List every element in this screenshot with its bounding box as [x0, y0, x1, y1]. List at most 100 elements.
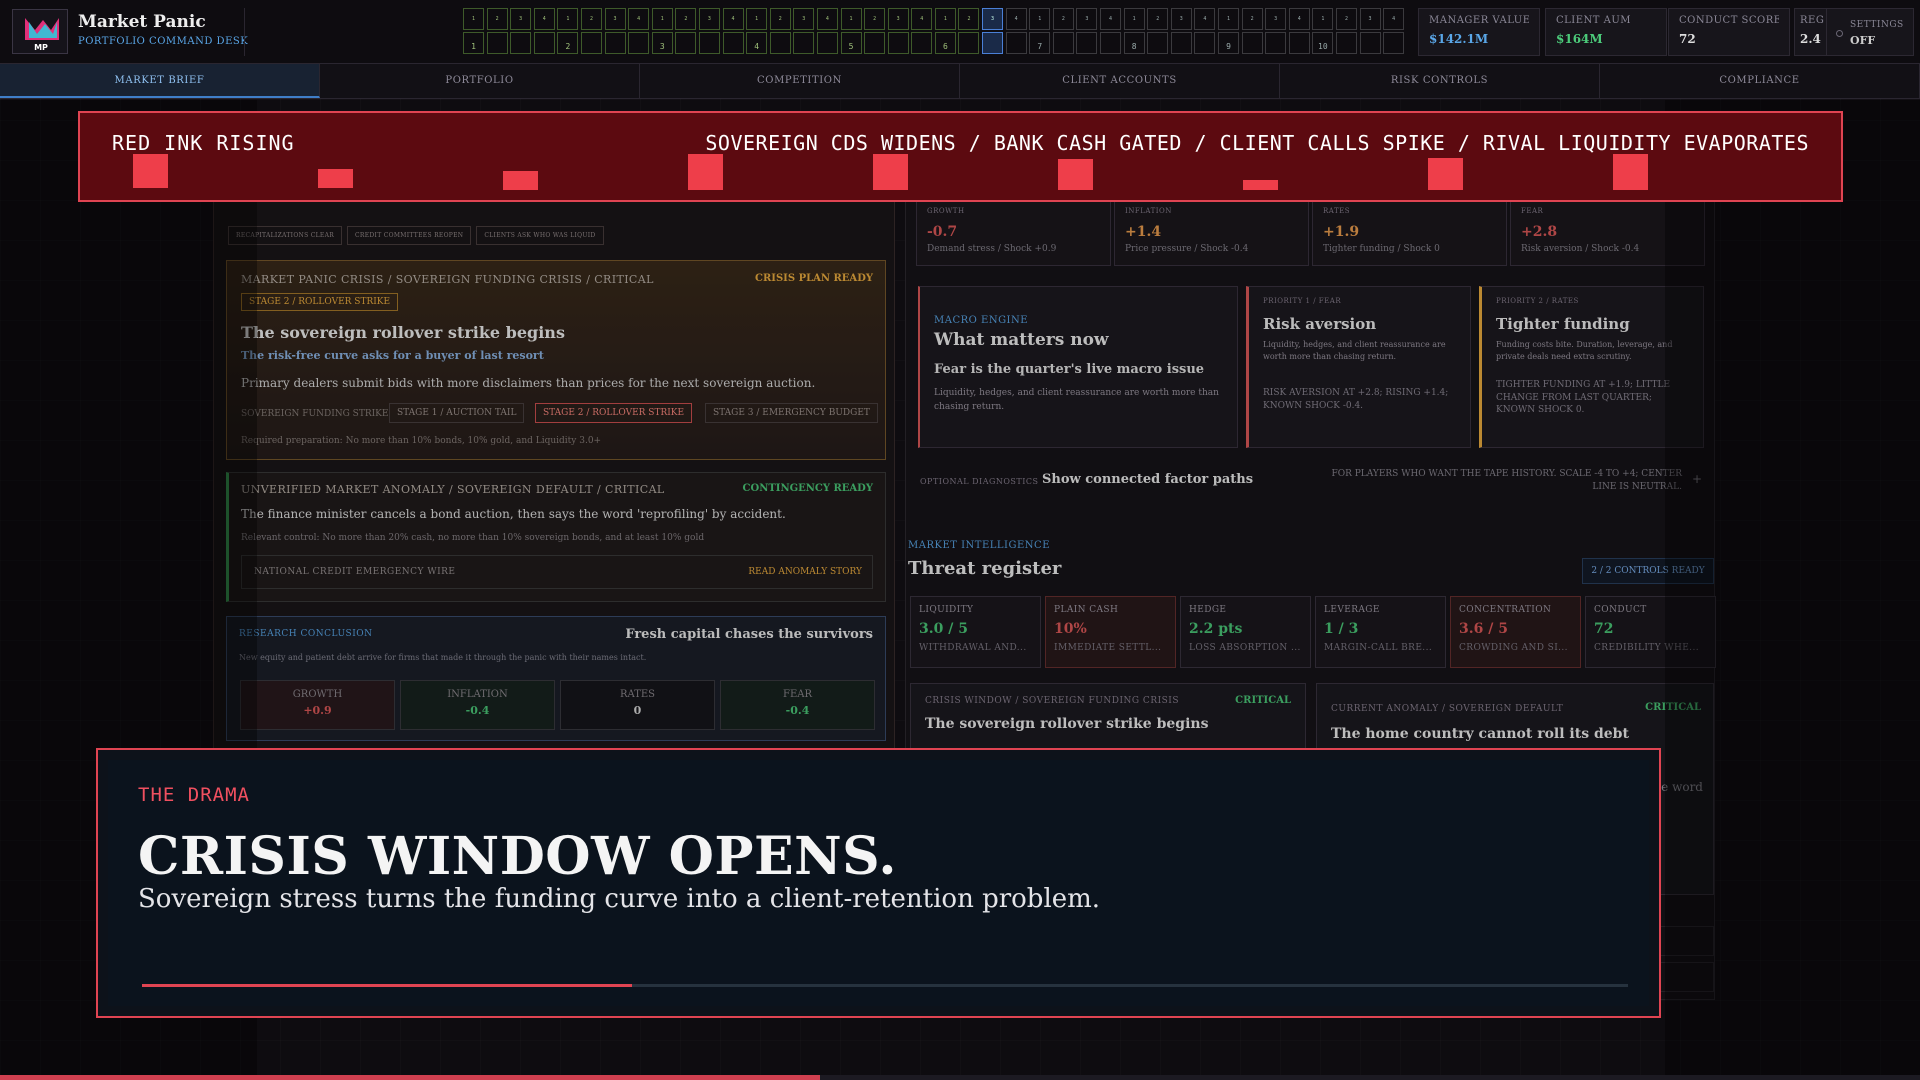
- year-label: [1359, 32, 1381, 54]
- timeline-quarter[interactable]: 2: [1052, 8, 1074, 56]
- tab-competition[interactable]: COMPETITION: [640, 64, 960, 98]
- read-story-link[interactable]: READ ANOMALY STORY: [748, 567, 862, 577]
- timeline-quarter[interactable]: 2: [486, 8, 508, 56]
- timeline-quarter[interactable]: 3: [1170, 8, 1192, 56]
- drama-progress-track: [142, 984, 1628, 987]
- timeline-quarter[interactable]: 2: [769, 8, 791, 56]
- year-label: [486, 32, 508, 54]
- year-label: 7: [1029, 32, 1051, 54]
- year-label: [580, 32, 602, 54]
- macro-title: What matters now: [934, 330, 1109, 350]
- side-dim-right: [1665, 100, 1920, 1080]
- app-subtitle: PORTFOLIO COMMAND DESK: [78, 36, 249, 47]
- page-progress-fill: [0, 1075, 820, 1080]
- timeline-quarter[interactable]: 3: [793, 8, 815, 56]
- tab-risk-controls[interactable]: RISK CONTROLS: [1280, 64, 1600, 98]
- timeline-quarter[interactable]: 3: [1265, 8, 1287, 56]
- timeline-quarter[interactable]: 4: [722, 8, 744, 56]
- priority-title: Tighter funding: [1496, 315, 1630, 333]
- timeline-quarter[interactable]: 3: [510, 8, 532, 56]
- shock-value: +1.9: [1323, 224, 1360, 240]
- anomaly-card[interactable]: UNVERIFIED MARKET ANOMALY / SOVEREIGN DE…: [226, 472, 886, 602]
- timeline-quarter[interactable]: 2: [675, 8, 697, 56]
- priority-body: Funding costs bite. Duration, leverage, …: [1496, 340, 1673, 361]
- timeline-quarter[interactable]: 3: [698, 8, 720, 56]
- timeline-quarter[interactable]: 2: [1147, 8, 1169, 56]
- macro-label: MACRO ENGINE: [934, 315, 1029, 326]
- timeline-quarter[interactable]: 15: [840, 8, 862, 56]
- quarter-number: 2: [1052, 8, 1074, 30]
- threat-value: 1 / 3: [1324, 621, 1359, 637]
- threat-leverage[interactable]: LEVERAGE 1 / 3 MARGIN-CALL BRE...: [1315, 596, 1446, 668]
- timeline-quarter[interactable]: 13: [651, 8, 673, 56]
- quarter-timeline[interactable]: 1123412234132341423415234162341723418234…: [463, 8, 1407, 56]
- timeline-quarter[interactable]: 2: [958, 8, 980, 56]
- timeline-quarter[interactable]: 3: [982, 8, 1004, 56]
- stage-2[interactable]: STAGE 2 / ROLLOVER STRIKE: [535, 403, 693, 423]
- timeline-quarter[interactable]: 3: [604, 8, 626, 56]
- timeline-quarter[interactable]: 2: [864, 8, 886, 56]
- factor-inflation: INFLATION -0.4: [400, 680, 555, 730]
- timeline-quarter[interactable]: 14: [746, 8, 768, 56]
- tab-client-accounts[interactable]: CLIENT ACCOUNTS: [960, 64, 1280, 98]
- threat-register-title: Threat register: [908, 558, 1062, 579]
- timeline-quarter[interactable]: 3: [1076, 8, 1098, 56]
- timeline-quarter[interactable]: 4: [1383, 8, 1405, 56]
- timeline-quarter[interactable]: 4: [533, 8, 555, 56]
- timeline-quarter[interactable]: 4: [1005, 8, 1027, 56]
- quarter-number: 2: [675, 8, 697, 30]
- anomaly-status: CONTINGENCY READY: [742, 483, 873, 494]
- priority-label: PRIORITY 1 / FEAR: [1263, 297, 1342, 305]
- crisis-card[interactable]: MARKET PANIC CRISIS / SOVEREIGN FUNDING …: [226, 260, 886, 460]
- year-label: [793, 32, 815, 54]
- quarter-number: 3: [982, 8, 1004, 30]
- diagnostics-row[interactable]: OPTIONAL DIAGNOSTICS Show connected fact…: [918, 460, 1708, 504]
- timeline-quarter[interactable]: 19: [1218, 8, 1239, 56]
- quarter-number: 3: [887, 8, 909, 30]
- timeline-quarter[interactable]: 1 10: [1312, 8, 1334, 56]
- tab-compliance[interactable]: COMPLIANCE: [1600, 64, 1920, 98]
- timeline-quarter[interactable]: 2: [580, 8, 602, 56]
- stage-1[interactable]: STAGE 1 / AUCTION TAIL: [389, 403, 525, 423]
- timeline-quarter[interactable]: 2: [1335, 8, 1357, 56]
- year-label: 10: [1312, 32, 1334, 54]
- shock-desc: Demand stress / Shock +0.9: [927, 244, 1057, 254]
- year-label: [1170, 32, 1192, 54]
- priority-body: Liquidity, hedges, and client reassuranc…: [1263, 340, 1446, 361]
- timeline-quarter[interactable]: 16: [934, 8, 956, 56]
- year-label: [675, 32, 697, 54]
- quarter-number: 4: [1288, 8, 1310, 30]
- stage-3[interactable]: STAGE 3 / EMERGENCY BUDGET: [705, 403, 878, 423]
- timeline-quarter[interactable]: 4: [1100, 8, 1122, 56]
- shock-value: -0.7: [927, 224, 958, 240]
- current-title: The home country cannot roll its debt: [1331, 726, 1629, 742]
- factor-growth: GROWTH +0.9: [240, 680, 395, 730]
- timeline-quarter[interactable]: 4: [628, 8, 650, 56]
- threat-plain-cash[interactable]: PLAIN CASH 10% IMMEDIATE SETTL...: [1045, 596, 1176, 668]
- threat-label: HEDGE: [1189, 605, 1227, 615]
- year-label: 1: [463, 32, 484, 54]
- timeline-quarter[interactable]: 12: [557, 8, 579, 56]
- timeline-quarter[interactable]: 4: [816, 8, 838, 56]
- timeline-quarter[interactable]: 4: [1194, 8, 1216, 56]
- threat-concentration[interactable]: CONCENTRATION 3.6 / 5 CROWDING AND SI...: [1450, 596, 1581, 668]
- timeline-quarter[interactable]: 4: [911, 8, 933, 56]
- timeline-quarter[interactable]: 3: [1359, 8, 1381, 56]
- drama-overlay[interactable]: THE DRAMA CRISIS WINDOW OPENS. Sovereign…: [96, 748, 1661, 1018]
- priority-label: PRIORITY 2 / RATES: [1496, 297, 1579, 305]
- threat-desc: LOSS ABSORPTION ...: [1189, 643, 1301, 653]
- timeline-quarter[interactable]: 2: [1241, 8, 1263, 56]
- timeline-quarter[interactable]: 4: [1288, 8, 1310, 56]
- quarter-number: 3: [793, 8, 815, 30]
- timeline-quarter[interactable]: 11: [463, 8, 484, 56]
- timeline-quarter[interactable]: 17: [1029, 8, 1051, 56]
- tab-market-brief[interactable]: MARKET BRIEF: [0, 64, 320, 98]
- tab-portfolio[interactable]: PORTFOLIO: [320, 64, 640, 98]
- window-title: The sovereign rollover strike begins: [925, 716, 1209, 732]
- threat-liquidity[interactable]: LIQUIDITY 3.0 / 5 WITHDRAWAL AND...: [910, 596, 1041, 668]
- timeline-quarter[interactable]: 18: [1123, 8, 1145, 56]
- settings-toggle[interactable]: SETTINGS OFF: [1826, 8, 1914, 56]
- threat-hedge[interactable]: HEDGE 2.2 pts LOSS ABSORPTION ...: [1180, 596, 1311, 668]
- timeline-quarter[interactable]: 3: [887, 8, 909, 56]
- metric-value: $164M: [1556, 32, 1603, 46]
